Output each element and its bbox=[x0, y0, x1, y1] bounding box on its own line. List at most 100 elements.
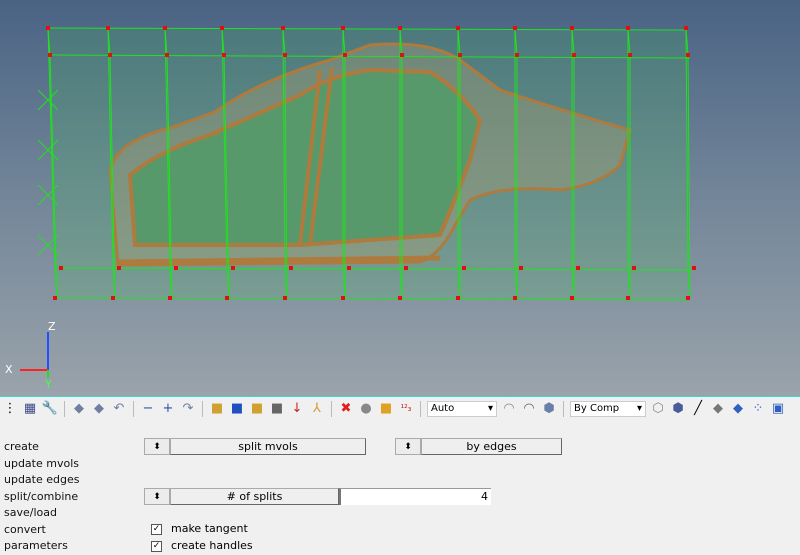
rotate-left-icon[interactable]: ◆ bbox=[71, 401, 87, 417]
control-node bbox=[48, 53, 52, 57]
control-node bbox=[684, 26, 688, 30]
plane-icon[interactable]: ◆ bbox=[710, 401, 726, 417]
control-node bbox=[343, 53, 347, 57]
control-node bbox=[572, 53, 576, 57]
control-node bbox=[163, 26, 167, 30]
splits-toggle[interactable]: ⬍ bbox=[144, 488, 170, 505]
wrench-icon[interactable]: 🔧 bbox=[42, 401, 58, 417]
control-node bbox=[456, 296, 460, 300]
control-node bbox=[456, 26, 460, 30]
control-node bbox=[626, 26, 630, 30]
menu-dots-icon[interactable]: ⋮ bbox=[2, 401, 18, 417]
create-handles-label: create handles bbox=[171, 539, 253, 552]
mesh-mode-dropdown[interactable]: Auto ▾ bbox=[427, 400, 497, 417]
control-node bbox=[513, 26, 517, 30]
control-node bbox=[117, 266, 121, 270]
control-node bbox=[570, 26, 574, 30]
graphics-viewport[interactable]: Z X Y bbox=[0, 0, 800, 396]
control-node bbox=[686, 53, 690, 57]
control-node bbox=[231, 266, 235, 270]
menu-convert[interactable]: convert bbox=[4, 523, 46, 536]
wireframe-cube-icon[interactable]: ⬡ bbox=[650, 401, 666, 417]
control-node bbox=[111, 296, 115, 300]
rotate-right-icon[interactable]: ◆ bbox=[91, 401, 107, 417]
control-node bbox=[404, 266, 408, 270]
axis-x-label: X bbox=[5, 363, 13, 376]
shaded-edges-icon[interactable]: ◠ bbox=[501, 401, 517, 417]
main-toolbar: ⋮ ▦ 🔧 ◆ ◆ ↶ − + ↷ ■ ■ ■ ■ ↓ ⅄ ✖ ● ■ ¹²₃ … bbox=[0, 396, 800, 420]
create-handles-checkbox[interactable]: ✓ bbox=[151, 541, 162, 552]
zoom-in-icon[interactable]: + bbox=[160, 401, 176, 417]
make-tangent-checkbox[interactable]: ✓ bbox=[151, 524, 162, 535]
line-icon[interactable]: ╱ bbox=[690, 401, 706, 417]
morph-box-face bbox=[48, 28, 688, 300]
menu-update-edges[interactable]: update edges bbox=[4, 473, 80, 486]
control-node bbox=[289, 266, 293, 270]
delete-icon[interactable]: ✖ bbox=[338, 401, 354, 417]
cube-icon[interactable]: ⬢ bbox=[541, 401, 557, 417]
control-node bbox=[165, 53, 169, 57]
control-node bbox=[106, 26, 110, 30]
control-node bbox=[283, 53, 287, 57]
axis-triad: Z X Y bbox=[5, 320, 56, 391]
control-node bbox=[513, 296, 517, 300]
find-icon[interactable]: ↓ bbox=[289, 401, 305, 417]
color-mode-value: By Comp bbox=[574, 403, 620, 414]
monitor-icon[interactable]: ▣ bbox=[770, 401, 786, 417]
color-mode-dropdown[interactable]: By Comp ▾ bbox=[570, 400, 646, 417]
zoom-out-icon[interactable]: − bbox=[140, 401, 156, 417]
control-node bbox=[225, 296, 229, 300]
control-node bbox=[222, 53, 226, 57]
control-node bbox=[220, 26, 224, 30]
redo-view-icon[interactable]: ↷ bbox=[180, 401, 196, 417]
control-node bbox=[686, 296, 690, 300]
menu-save-load[interactable]: save/load bbox=[4, 506, 57, 519]
control-node bbox=[519, 266, 523, 270]
control-node bbox=[626, 296, 630, 300]
control-node bbox=[628, 53, 632, 57]
control-node bbox=[400, 53, 404, 57]
shaded-icon[interactable]: ◠ bbox=[521, 401, 537, 417]
morph-box-grid bbox=[37, 26, 696, 301]
control-node bbox=[462, 266, 466, 270]
create-type-button[interactable]: split mvols bbox=[170, 438, 366, 455]
undo-view-icon[interactable]: ↶ bbox=[111, 401, 127, 417]
transfer-icon[interactable]: ■ bbox=[378, 401, 394, 417]
control-node bbox=[341, 26, 345, 30]
control-node bbox=[515, 53, 519, 57]
components-icon[interactable]: ■ bbox=[209, 401, 225, 417]
control-node bbox=[692, 266, 696, 270]
menu-create[interactable]: create bbox=[4, 440, 39, 453]
control-node bbox=[576, 266, 580, 270]
control-node bbox=[59, 266, 63, 270]
tracking-icon[interactable]: ● bbox=[358, 401, 374, 417]
make-tangent-label: make tangent bbox=[171, 522, 248, 535]
reference-icon[interactable]: ■ bbox=[249, 401, 265, 417]
solid-cube-icon[interactable]: ⬢ bbox=[670, 401, 686, 417]
chevron-down-icon: ▾ bbox=[636, 403, 642, 414]
window-layout-icon[interactable]: ▦ bbox=[22, 401, 38, 417]
axis-icon[interactable]: ⅄ bbox=[309, 401, 325, 417]
create-method-toggle[interactable]: ⬍ bbox=[395, 438, 421, 455]
create-type-toggle[interactable]: ⬍ bbox=[144, 438, 170, 455]
control-node bbox=[632, 266, 636, 270]
control-node bbox=[398, 296, 402, 300]
control-node bbox=[570, 296, 574, 300]
control-node bbox=[108, 53, 112, 57]
morph-volume-scene: Z X Y bbox=[5, 26, 696, 391]
splits-input[interactable]: 4 bbox=[339, 488, 491, 505]
splits-label-button[interactable]: # of splits bbox=[170, 488, 339, 505]
control-node bbox=[168, 296, 172, 300]
axis-y-label: Y bbox=[44, 378, 52, 391]
create-method-button[interactable]: by edges bbox=[421, 438, 562, 455]
mask-icon[interactable]: ■ bbox=[269, 401, 285, 417]
menu-update-mvols[interactable]: update mvols bbox=[4, 457, 79, 470]
chevron-down-icon: ▾ bbox=[487, 403, 493, 414]
surface-icon[interactable]: ◆ bbox=[730, 401, 746, 417]
menu-parameters[interactable]: parameters bbox=[4, 539, 68, 552]
menu-split-combine[interactable]: split/combine bbox=[4, 490, 78, 503]
axis-z-label: Z bbox=[48, 320, 56, 333]
assemblies-icon[interactable]: ■ bbox=[229, 401, 245, 417]
numbering-icon[interactable]: ¹²₃ bbox=[398, 401, 414, 417]
nodes-icon[interactable]: ⁘ bbox=[750, 401, 766, 417]
